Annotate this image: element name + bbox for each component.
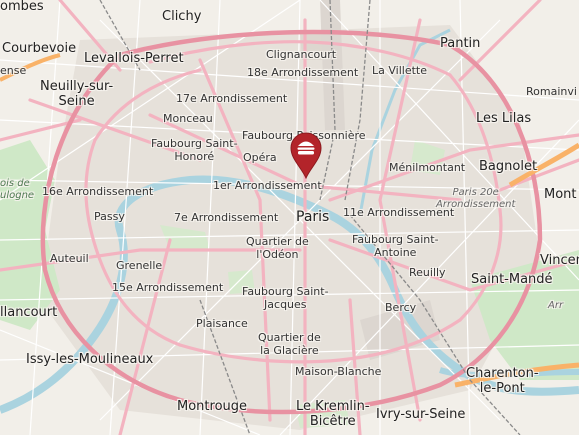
label-plaisance: Plaisance bbox=[196, 317, 248, 330]
label-montreuil: Mont bbox=[544, 187, 577, 202]
label-la-villette: La Villette bbox=[372, 64, 427, 77]
label-faubourg-saint-antoine: Faubourg Saint- Antoine bbox=[352, 233, 439, 259]
label-bois-de-boulogne: ois de ulogne bbox=[0, 178, 35, 201]
label-quartier-odeon: Quartier de l'Odéon bbox=[246, 235, 309, 261]
label-arr12: Arr bbox=[548, 300, 564, 311]
label-ivry: Ivry-sur-Seine bbox=[376, 407, 466, 422]
label-quartier-glaciere: Quartier de la Glacière bbox=[258, 331, 321, 357]
location-marker[interactable] bbox=[289, 131, 323, 179]
label-les-lilas: Les Lilas bbox=[476, 111, 532, 126]
label-arr15: 15e Arrondissement bbox=[112, 281, 224, 294]
label-neuilly: Neuilly-sur- Seine bbox=[40, 79, 114, 109]
label-maison-blanche: Maison-Blanche bbox=[295, 365, 382, 378]
label-monceau: Monceau bbox=[163, 112, 213, 125]
label-reuilly: Reuilly bbox=[409, 266, 446, 279]
label-faubourg-saint-jacques: Faubourg Saint- Jacques bbox=[242, 285, 329, 311]
label-menilmontant: Ménilmontant bbox=[389, 161, 466, 174]
label-arr1: 1er Arrondissement bbox=[213, 179, 322, 192]
label-arr11: 11e Arrondissement bbox=[343, 206, 455, 219]
label-vincennes: Vincen bbox=[540, 253, 579, 268]
label-courbevoie: Courbevoie bbox=[2, 41, 77, 56]
label-arr18: 18e Arrondissement bbox=[247, 66, 359, 79]
label-defense: ense bbox=[0, 64, 27, 77]
label-arr16: 16e Arrondissement bbox=[42, 185, 154, 198]
label-grenelle: Grenelle bbox=[116, 259, 163, 272]
map-view[interactable]: ombes Clichy Pantin Courbevoie Levallois… bbox=[0, 0, 579, 435]
label-charenton: Charenton- le-Pont bbox=[466, 366, 539, 396]
label-bercy: Bercy bbox=[385, 301, 417, 314]
label-kremlin-bicetre: Le Kremlin- Bicêtre bbox=[296, 399, 370, 429]
label-romainville: Romainvi bbox=[526, 85, 577, 98]
label-billancourt: llancourt bbox=[0, 305, 58, 320]
label-clichy: Clichy bbox=[162, 9, 202, 24]
label-pantin: Pantin bbox=[440, 36, 481, 51]
label-auteuil: Auteuil bbox=[50, 252, 89, 265]
label-arr17: 17e Arrondissement bbox=[176, 92, 288, 105]
label-passy: Passy bbox=[94, 210, 125, 223]
label-montrouge: Montrouge bbox=[177, 399, 248, 414]
label-saint-mande: Saint-Mandé bbox=[471, 272, 553, 287]
label-arr7: 7e Arrondissement bbox=[174, 211, 279, 224]
label-opera: Opéra bbox=[243, 151, 277, 164]
label-levallois: Levallois-Perret bbox=[84, 51, 184, 66]
label-paris: Paris bbox=[296, 209, 330, 225]
label-clignancourt: Clignancourt bbox=[266, 48, 337, 61]
label-issy: Issy-les-Moulineaux bbox=[26, 352, 154, 367]
label-faubourg-saint-honore: Faubourg Saint- Honoré bbox=[151, 137, 238, 163]
label-colombes: ombes bbox=[0, 0, 44, 14]
label-bagnolet: Bagnolet bbox=[479, 159, 538, 174]
